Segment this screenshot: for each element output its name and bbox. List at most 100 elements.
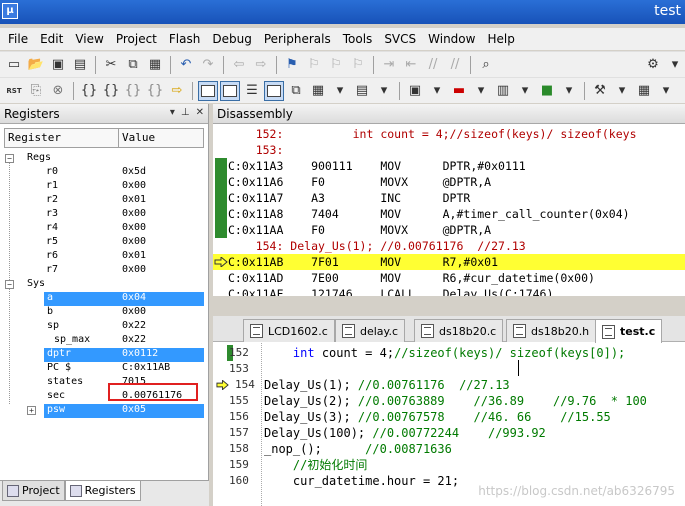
current-instruction-line[interactable]: C:0x11AB 7F01 MOV R7,#0x01 <box>213 254 685 270</box>
trace-window-icon[interactable]: ▥ <box>493 81 513 101</box>
menu-svcs[interactable]: SVCS <box>378 32 422 46</box>
open-folder-icon[interactable]: 📂 <box>26 55 46 75</box>
layout-dropdown-icon[interactable]: ▾ <box>656 81 676 101</box>
register-value[interactable]: C:0x11AB <box>122 362 170 373</box>
disassembly-line[interactable]: 153: <box>213 142 685 158</box>
step-out-icon[interactable]: {} <box>123 81 143 101</box>
register-row[interactable]: r3 0x00 <box>0 208 209 222</box>
register-row[interactable]: r1 0x00 <box>0 180 209 194</box>
memory-window-icon[interactable]: ▤ <box>352 81 372 101</box>
column-value[interactable]: Value <box>119 129 155 147</box>
find-in-files-icon[interactable]: ⌕ <box>476 55 496 75</box>
register-value[interactable]: 0x22 <box>122 334 146 345</box>
bookmark-icon[interactable]: ⚑ <box>282 55 302 75</box>
tree-group-sys[interactable]: − Sys <box>0 278 209 292</box>
toolbar-dropdown-icon[interactable]: ▾ <box>665 55 685 75</box>
step-into-icon[interactable]: {} <box>79 81 99 101</box>
command-window-icon[interactable] <box>198 80 218 101</box>
register-row[interactable]: + psw 0x05 <box>0 404 209 418</box>
register-row[interactable]: r5 0x00 <box>0 236 209 250</box>
horizontal-splitter[interactable] <box>213 296 685 316</box>
comment-icon[interactable]: // <box>423 55 443 75</box>
collapse-icon[interactable]: − <box>5 280 14 289</box>
disassembly-line[interactable]: C:0x11AD 7E00 MOV R6,#cur_datetime(0x00) <box>213 270 685 286</box>
tab-test-c[interactable]: test.c <box>595 319 663 343</box>
register-row[interactable]: sp 0x22 <box>0 320 209 334</box>
register-value[interactable]: 0x01 <box>122 250 146 261</box>
register-row[interactable]: r7 0x00 <box>0 264 209 278</box>
tree-group-regs[interactable]: − Regs <box>0 152 209 166</box>
analysis-dropdown-icon[interactable]: ▾ <box>471 81 491 101</box>
register-row[interactable]: sp_max 0x22 <box>0 334 209 348</box>
column-register[interactable]: Register <box>5 129 119 147</box>
indent-icon[interactable]: ⇥ <box>379 55 399 75</box>
disassembly-line[interactable]: 154: Delay_Us(1); //0.00761176 //27.13 <box>213 238 685 254</box>
call-stack-icon[interactable]: ⧉ <box>286 81 306 101</box>
register-row[interactable]: a 0x04 <box>0 292 209 306</box>
disassembly-listing[interactable]: 152: int count = 4;//sizeof(keys)/ sizeo… <box>213 124 685 296</box>
menu-tools[interactable]: Tools <box>337 32 379 46</box>
disassembly-line[interactable]: C:0x11A3 900111 MOV DPTR,#0x0111 <box>213 158 685 174</box>
menu-peripherals[interactable]: Peripherals <box>258 32 337 46</box>
next-bookmark-icon[interactable]: ⚐ <box>326 55 346 75</box>
tab-project[interactable]: Project <box>2 481 65 501</box>
disassembly-line[interactable]: 152: int count = 4;//sizeof(keys)/ sizeo… <box>213 126 685 142</box>
disassembly-line[interactable]: C:0x11AF 121746 LCALL Delay_Us(C:1746) <box>213 286 685 296</box>
trace-dropdown-icon[interactable]: ▾ <box>515 81 535 101</box>
register-value[interactable]: 0x22 <box>122 320 146 331</box>
prev-bookmark-icon[interactable]: ⚐ <box>304 55 324 75</box>
tab-registers[interactable]: Registers <box>64 481 141 501</box>
register-value[interactable]: 0x00 <box>122 222 146 233</box>
step-over-icon[interactable]: {} <box>101 81 121 101</box>
register-value[interactable]: 0x5d <box>122 166 146 177</box>
register-value[interactable]: 0x05 <box>122 404 146 415</box>
menu-edit[interactable]: Edit <box>34 32 69 46</box>
serial-dropdown-icon[interactable]: ▾ <box>427 81 447 101</box>
menu-debug[interactable]: Debug <box>206 32 257 46</box>
collapse-icon[interactable]: − <box>5 154 14 163</box>
disassembly-line[interactable]: C:0x11A6 F0 MOVX @DPTR,A <box>213 174 685 190</box>
registers-window-icon[interactable] <box>264 80 284 101</box>
disassembly-line[interactable]: C:0x11A7 A3 INC DPTR <box>213 190 685 206</box>
register-row[interactable]: r6 0x01 <box>0 250 209 264</box>
register-row[interactable]: r0 0x5d <box>0 166 209 180</box>
register-value[interactable]: 0x00 <box>122 264 146 275</box>
code-line[interactable]: 153 <box>213 361 685 377</box>
watch-dropdown-icon[interactable]: ▾ <box>330 81 350 101</box>
code-line[interactable]: 157 Delay_Us(100); //0.00772244 //993.92 <box>213 425 685 441</box>
close-icon[interactable]: ✕ <box>196 107 204 118</box>
code-line[interactable]: 158 _nop_(); //0.00871636 <box>213 441 685 457</box>
save-icon[interactable]: ▣ <box>48 55 68 75</box>
register-row[interactable]: dptr 0x0112 <box>0 348 209 362</box>
menu-flash[interactable]: Flash <box>163 32 206 46</box>
tab-delay-c[interactable]: delay.c <box>335 319 406 342</box>
tab-ds18b20-h[interactable]: ds18b20.h <box>506 319 597 342</box>
menu-window[interactable]: Window <box>422 32 481 46</box>
expand-icon[interactable]: + <box>27 406 36 415</box>
unindent-icon[interactable]: ⇤ <box>401 55 421 75</box>
symbols-window-icon[interactable]: ☰ <box>242 81 262 101</box>
code-line[interactable]: 156 Delay_Us(3); //0.00767578 //46. 66 //… <box>213 409 685 425</box>
toolbox-dropdown-icon[interactable]: ▾ <box>612 81 632 101</box>
register-value[interactable]: 0x00 <box>122 306 146 317</box>
pin-icon[interactable]: ⊥ <box>181 107 190 118</box>
register-row[interactable]: PC $ C:0x11AB <box>0 362 209 376</box>
run-icon[interactable]: ⎘ <box>26 81 46 101</box>
pane-menu-icon[interactable]: ▾ <box>170 107 175 118</box>
forward-icon[interactable]: ⇨ <box>251 55 271 75</box>
register-value[interactable]: 0x00 <box>122 208 146 219</box>
memory-dropdown-icon[interactable]: ▾ <box>374 81 394 101</box>
code-line[interactable]: 152 int count = 4;//sizeof(keys)/ sizeof… <box>213 345 685 361</box>
system-viewer-icon[interactable]: ■ <box>537 81 557 101</box>
code-line[interactable]: 159 //初始化时间 <box>213 457 685 473</box>
menu-help[interactable]: Help <box>481 32 520 46</box>
register-value[interactable]: 0x04 <box>122 292 146 303</box>
copy-icon[interactable]: ⧉ <box>123 55 143 75</box>
register-value[interactable]: 0x0112 <box>122 348 158 359</box>
analysis-window-icon[interactable]: ▬ <box>449 81 469 101</box>
undo-icon[interactable]: ↶ <box>176 55 196 75</box>
register-row[interactable]: b 0x00 <box>0 306 209 320</box>
reset-cpu-button[interactable]: RST <box>4 81 24 101</box>
clear-bookmarks-icon[interactable]: ⚐ <box>348 55 368 75</box>
redo-icon[interactable]: ↷ <box>198 55 218 75</box>
